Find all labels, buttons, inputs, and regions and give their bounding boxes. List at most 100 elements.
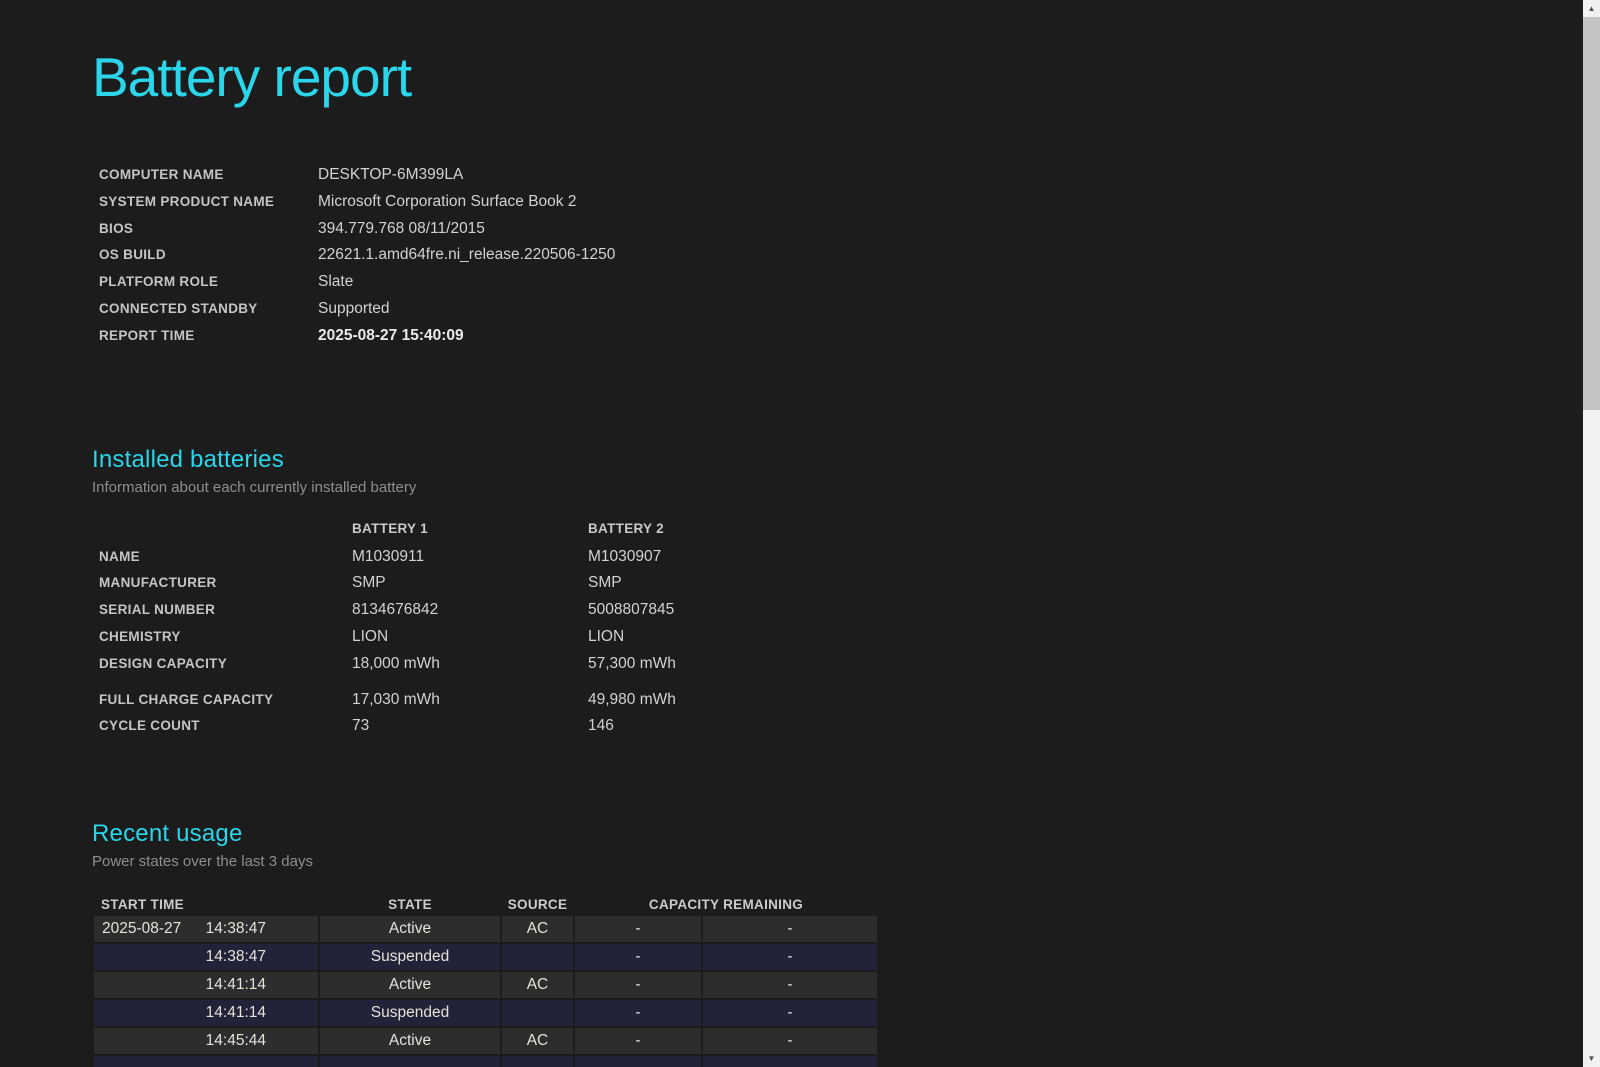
battery-2-manufacturer: SMP [588,570,873,597]
usage-source: AC [502,916,573,942]
usage-capacity-mwh: - [703,944,877,970]
usage-time: 14:41:14 [206,1004,266,1022]
battery-table-row: NAME M1030911 M1030907 [92,544,873,571]
os-build-value: 22621.1.amd64fre.ni_release.220506-1250 [318,242,873,269]
installed-batteries-table: BATTERY 1 BATTERY 2 NAME M1030911 M10309… [92,518,873,741]
bios-value: 394.779.768 08/11/2015 [318,216,873,243]
battery-table-row: CHEMISTRY LION LION [92,624,873,651]
battery-chemistry-label: CHEMISTRY [92,624,352,651]
state-column-header: STATE [320,896,500,914]
usage-time: 14:41:14 [206,976,266,994]
usage-state: Active [320,916,500,942]
vertical-scrollbar[interactable]: ▲ ▼ [1583,0,1600,1067]
usage-date: 2025-08-27 [102,920,181,938]
battery-table-row: CYCLE COUNT 73 146 [92,713,873,740]
usage-capacity-mwh: - [703,1000,877,1026]
usage-state: Active [320,972,500,998]
battery-2-name: M1030907 [588,544,873,571]
source-column-header: SOURCE [502,896,573,914]
usage-table-row-partial [94,1056,877,1067]
battery-2-cycle-count: 146 [588,713,873,740]
battery-1-full-charge-capacity: 17,030 mWh [352,687,588,714]
recent-usage-table: START TIME STATE SOURCE CAPACITY REMAINI… [92,894,879,1067]
battery-serial-number-label: SERIAL NUMBER [92,597,352,624]
usage-state: Active [320,1028,500,1054]
capacity-remaining-column-header: CAPACITY REMAINING [575,896,877,914]
usage-state [320,1056,500,1067]
computer-name-label: COMPUTER NAME [92,162,318,189]
battery-1-serial-number: 8134676842 [352,597,588,624]
battery-table-row: MANUFACTURER SMP SMP [92,570,873,597]
usage-capacity-percent: - [575,1000,701,1026]
usage-time: 14:45:44 [206,1032,266,1050]
battery-1-column-header: BATTERY 1 [352,518,588,540]
usage-time: 14:38:47 [206,920,266,938]
battery-1-name: M1030911 [352,544,588,571]
system-info-row: REPORT TIME 2025-08-27 15:40:09 [92,323,873,350]
battery-1-chemistry: LION [352,624,588,651]
usage-capacity-mwh: - [703,916,877,942]
computer-name-value: DESKTOP-6M399LA [318,162,873,189]
scrollbar-thumb[interactable] [1583,17,1600,410]
installed-batteries-heading: Installed batteries [92,446,873,474]
usage-source [502,1000,573,1026]
battery-table-row: SERIAL NUMBER 8134676842 5008807845 [92,597,873,624]
battery-1-design-capacity: 18,000 mWh [352,651,588,678]
usage-state: Suspended [320,944,500,970]
system-product-name-label: SYSTEM PRODUCT NAME [92,189,318,216]
usage-source [502,944,573,970]
connected-standby-value: Supported [318,296,873,323]
recent-usage-section: Recent usage Power states over the last … [92,820,873,1067]
usage-capacity-percent: - [575,944,701,970]
system-info-row: PLATFORM ROLE Slate [92,269,873,296]
battery-2-serial-number: 5008807845 [588,597,873,624]
system-info-row: SYSTEM PRODUCT NAME Microsoft Corporatio… [92,189,873,216]
usage-table-row: 14:38:47 Suspended - - [94,944,877,970]
usage-capacity-mwh: - [703,972,877,998]
battery-1-cycle-count: 73 [352,713,588,740]
platform-role-value: Slate [318,269,873,296]
start-time-column-header: START TIME [94,896,318,914]
scroll-down-icon[interactable]: ▼ [1583,1050,1600,1067]
system-info-row: OS BUILD 22621.1.amd64fre.ni_release.220… [92,242,873,269]
battery-design-capacity-label: DESIGN CAPACITY [92,651,352,678]
usage-table-row: 14:41:14 Suspended - - [94,1000,877,1026]
usage-capacity-percent: - [575,916,701,942]
system-product-name-value: Microsoft Corporation Surface Book 2 [318,189,873,216]
battery-2-chemistry: LION [588,624,873,651]
bios-label: BIOS [92,216,318,243]
battery-2-full-charge-capacity: 49,980 mWh [588,687,873,714]
usage-source: AC [502,972,573,998]
recent-usage-subtitle: Power states over the last 3 days [92,853,873,870]
battery-cycle-count-label: CYCLE COUNT [92,713,352,740]
installed-batteries-section: Installed batteries Information about ea… [92,446,873,741]
usage-time: 14:38:47 [206,948,266,966]
page-title: Battery report [92,44,873,110]
usage-capacity-mwh: - [703,1028,877,1054]
os-build-label: OS BUILD [92,242,318,269]
connected-standby-label: CONNECTED STANDBY [92,296,318,323]
battery-2-column-header: BATTERY 2 [588,518,873,540]
system-info-table: COMPUTER NAME DESKTOP-6M399LA SYSTEM PRO… [92,162,873,350]
battery-table-row: DESIGN CAPACITY 18,000 mWh 57,300 mWh [92,651,873,678]
usage-table-row: 14:45:44 Active AC - - [94,1028,877,1054]
system-info-row: BIOS 394.779.768 08/11/2015 [92,216,873,243]
usage-capacity-percent [575,1056,701,1067]
battery-2-design-capacity: 57,300 mWh [588,651,873,678]
scroll-up-icon[interactable]: ▲ [1583,0,1600,17]
report-time-label: REPORT TIME [92,323,318,350]
system-info-row: CONNECTED STANDBY Supported [92,296,873,323]
recent-usage-heading: Recent usage [92,820,873,848]
usage-table-row: 2025-08-27 14:38:47 Active AC - - [94,916,877,942]
installed-batteries-subtitle: Information about each currently install… [92,479,873,496]
system-info-row: COMPUTER NAME DESKTOP-6M399LA [92,162,873,189]
platform-role-label: PLATFORM ROLE [92,269,318,296]
battery-report-page: Battery report COMPUTER NAME DESKTOP-6M3… [92,44,873,1067]
usage-source: AC [502,1028,573,1054]
battery-manufacturer-label: MANUFACTURER [92,570,352,597]
battery-1-manufacturer: SMP [352,570,588,597]
battery-table-row: FULL CHARGE CAPACITY 17,030 mWh 49,980 m… [92,687,873,714]
battery-full-charge-capacity-label: FULL CHARGE CAPACITY [92,687,352,714]
usage-capacity-mwh [703,1056,877,1067]
usage-table-header-row: START TIME STATE SOURCE CAPACITY REMAINI… [94,896,877,914]
